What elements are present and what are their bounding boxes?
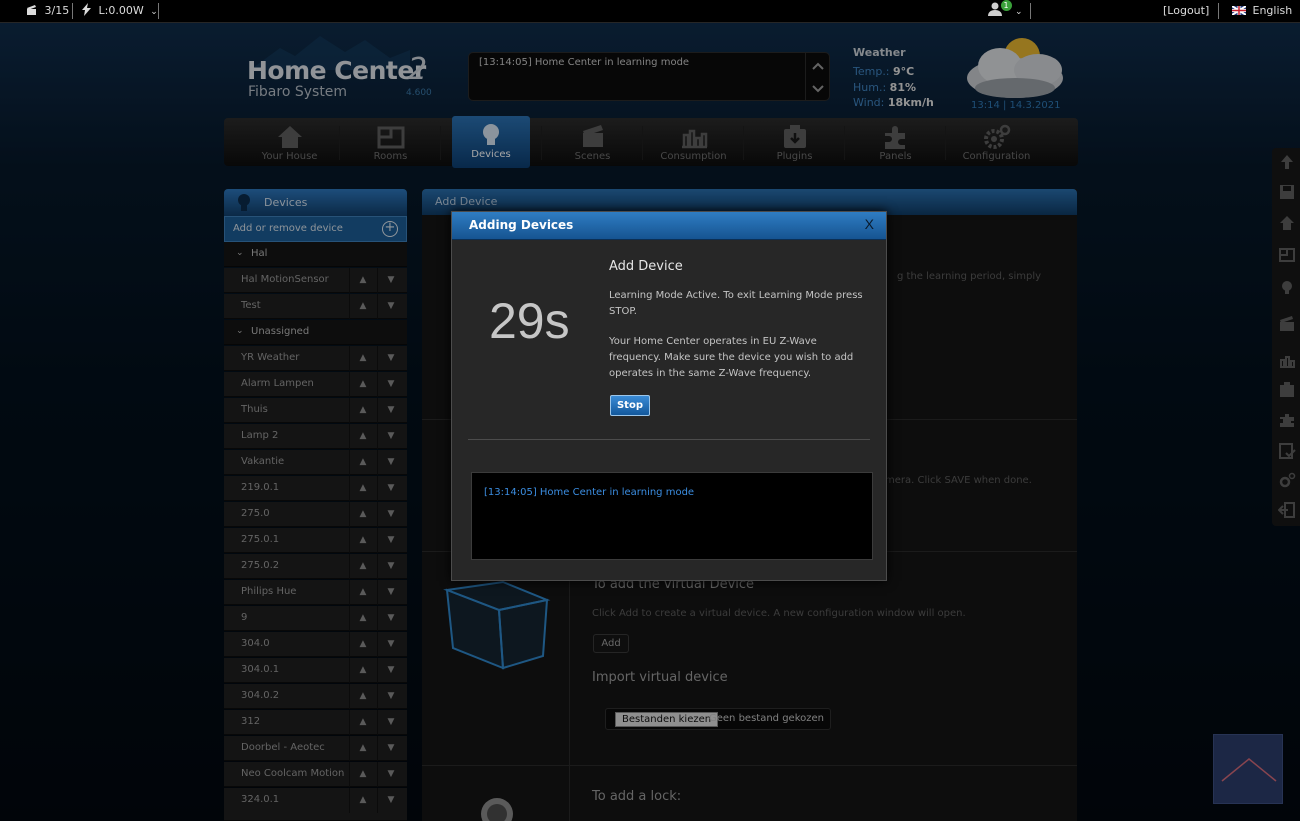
divider [158, 3, 159, 19]
dialog-title: Adding Devices [469, 218, 574, 232]
top-bar: 3/15 L:0.00W ⌄ 1 ⌄ [Logout] English [0, 0, 1300, 23]
chevron-down-icon: ⌄ [1015, 7, 1023, 17]
language-label: English [1252, 4, 1293, 17]
user-menu[interactable]: 1 ⌄ [988, 0, 1023, 22]
learning-log: [13:14:05] Home Center in learning mode [471, 472, 873, 560]
chevron-down-icon: ⌄ [150, 7, 158, 17]
countdown-timer: 29s [489, 293, 570, 349]
lightning-icon [82, 3, 91, 16]
divider [468, 439, 870, 440]
language-selector[interactable]: English [1231, 0, 1293, 22]
uk-flag-icon [1231, 5, 1247, 16]
learning-mode-text: Learning Mode Active. To exit Learning M… [609, 290, 863, 317]
divider [1030, 3, 1031, 19]
notification-badge: 1 [1000, 0, 1012, 11]
adding-devices-dialog: Adding Devices X 29s Add Device Learning… [451, 211, 887, 581]
divider [1218, 3, 1219, 19]
scenes-counter[interactable]: 3/15 [26, 0, 69, 22]
log-entry: [13:14:05] Home Center in learning mode [484, 487, 695, 498]
stop-button[interactable]: Stop [610, 395, 650, 416]
power-value: L:0.00W [98, 4, 144, 17]
divider [72, 3, 73, 19]
close-icon[interactable]: X [865, 216, 874, 232]
dialog-heading: Add Device [609, 259, 683, 274]
dialog-header: Adding Devices X [452, 212, 886, 240]
scenes-count: 3/15 [44, 4, 70, 17]
clapper-icon [27, 5, 36, 15]
logout-link[interactable]: [Logout] [1163, 0, 1209, 22]
power-meter[interactable]: L:0.00W ⌄ [82, 0, 158, 22]
zwave-frequency-text: Your Home Center operates in EU Z-Wave f… [609, 336, 854, 379]
